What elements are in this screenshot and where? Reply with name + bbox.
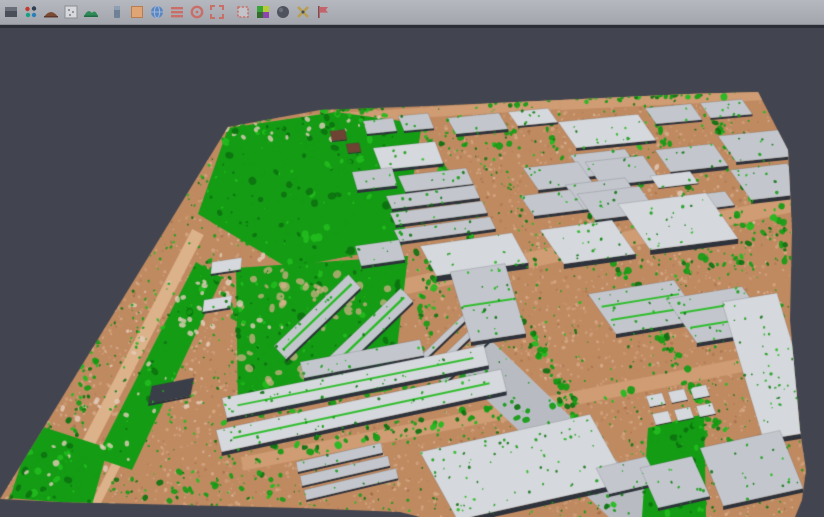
target-ring-icon[interactable] [189,4,205,20]
measure-cross-icon[interactable] [295,4,311,20]
view-cube-icon[interactable] [3,4,19,20]
render-sphere-icon[interactable] [275,4,291,20]
point-cloud-canvas[interactable] [0,0,824,517]
toolbar-separator [101,4,107,20]
classification-palette-icon[interactable] [255,4,271,20]
application-window: { "app": { "name_hint": "3d-point-cloud-… [0,0,824,517]
point-cloud-icon[interactable] [63,4,79,20]
terrain-mound-icon[interactable] [43,4,59,20]
toolbar-separator [227,4,233,20]
pick-points-icon[interactable] [23,4,39,20]
area-select-icon[interactable] [129,4,145,20]
clip-box-icon[interactable] [235,4,251,20]
main-toolbar [0,0,824,25]
profile-column-icon[interactable] [109,4,125,20]
globe-icon[interactable] [149,4,165,20]
toolbar-seam [0,25,824,28]
ground-surface-icon[interactable] [83,4,99,20]
flag-tool-icon[interactable] [315,4,331,20]
layer-stack-icon[interactable] [169,4,185,20]
selection-corners-icon[interactable] [209,4,225,20]
